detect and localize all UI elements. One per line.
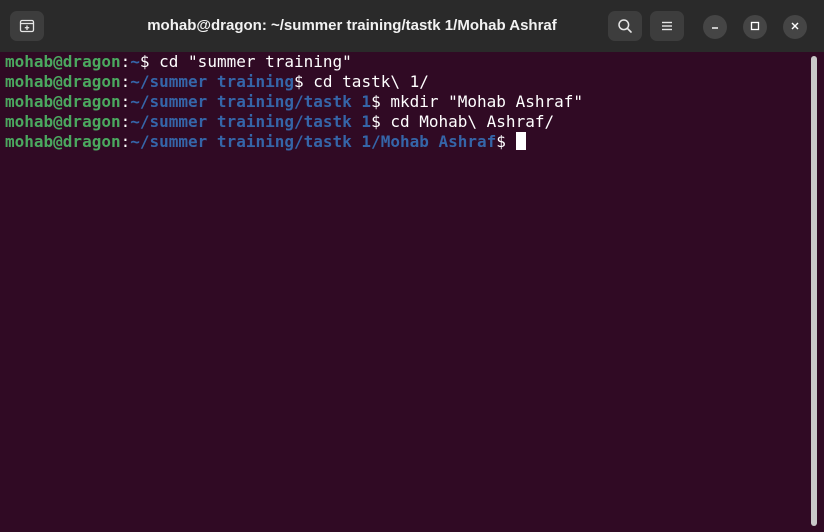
terminal-line: mohab@dragon:~/summer training/tastk 1/M… — [5, 132, 824, 152]
window-title: mohab@dragon: ~/summer training/tastk 1/… — [147, 17, 557, 34]
terminal-line: mohab@dragon:~$ cd "summer training" — [5, 52, 824, 72]
prompt-path: ~/summer training/tastk 1 — [130, 112, 372, 131]
minimize-icon — [710, 18, 720, 36]
prompt-user-host: mohab@dragon — [5, 92, 121, 111]
prompt-separator: : — [120, 92, 131, 111]
title-bar[interactable]: mohab@dragon: ~/summer training/tastk 1/… — [0, 0, 824, 52]
prompt-symbol: $ — [371, 92, 381, 111]
text-cursor — [515, 132, 526, 150]
terminal-line: mohab@dragon:~/summer training/tastk 1$ … — [5, 92, 824, 112]
terminal-window: mohab@dragon: ~/summer training/tastk 1/… — [0, 0, 824, 532]
prompt-symbol: $ — [139, 52, 150, 71]
search-icon — [617, 18, 633, 34]
maximize-button[interactable] — [743, 15, 767, 39]
search-button[interactable] — [608, 11, 642, 41]
maximize-icon — [750, 18, 760, 36]
prompt-symbol: $ — [294, 72, 304, 91]
prompt-path: ~/summer training/tastk 1 — [130, 92, 372, 111]
scrollbar[interactable] — [811, 56, 817, 526]
command-text: cd "summer training" — [149, 52, 352, 71]
prompt-symbol: $ — [371, 112, 381, 131]
prompt-user-host: mohab@dragon — [5, 132, 121, 151]
minimize-button[interactable] — [703, 15, 727, 39]
prompt-path: ~ — [130, 52, 140, 71]
new-tab-button[interactable] — [10, 11, 44, 41]
prompt-user-host: mohab@dragon — [5, 72, 121, 91]
prompt-user-host: mohab@dragon — [5, 112, 121, 131]
command-text: cd tastk\ 1/ — [303, 72, 429, 91]
close-icon — [790, 18, 800, 36]
command-text: cd Mohab\ Ashraf/ — [380, 112, 555, 131]
terminal-line: mohab@dragon:~/summer training/tastk 1$ … — [5, 112, 824, 132]
prompt-separator: : — [120, 72, 131, 91]
prompt-separator: : — [120, 52, 131, 71]
command-text: mkdir "Mohab Ashraf" — [380, 92, 583, 111]
prompt-separator: : — [120, 132, 131, 151]
prompt-symbol: $ — [496, 132, 506, 151]
prompt-path: ~/summer training — [130, 72, 294, 91]
prompt-path: ~/summer training/tastk 1/Mohab Ashraf — [130, 132, 497, 151]
terminal-line: mohab@dragon:~/summer training$ cd tastk… — [5, 72, 824, 92]
terminal-output[interactable]: mohab@dragon:~$ cd "summer training" moh… — [0, 52, 824, 532]
hamburger-menu-icon — [660, 19, 674, 33]
prompt-user-host: mohab@dragon — [5, 52, 121, 71]
new-tab-icon — [19, 18, 35, 34]
prompt-separator: : — [120, 112, 131, 131]
close-button[interactable] — [783, 15, 807, 39]
menu-button[interactable] — [650, 11, 684, 41]
